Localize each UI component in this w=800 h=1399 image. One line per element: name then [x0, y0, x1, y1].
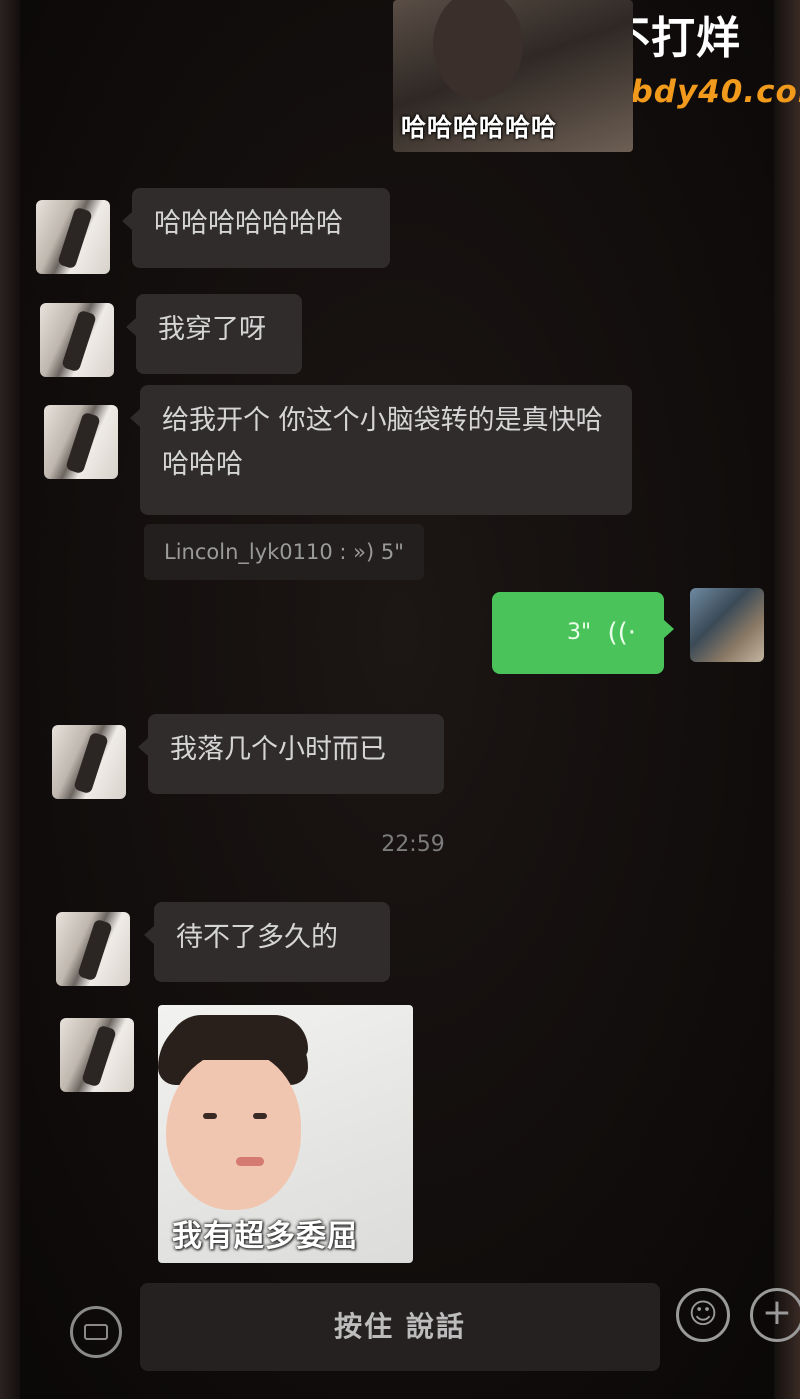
quote-text: Lincoln_lyk0110 : ») 5"	[164, 540, 404, 564]
contact-avatar[interactable]	[56, 912, 130, 986]
hold-to-talk-button[interactable]: 按住 說話	[140, 1283, 660, 1371]
quoted-voice-reply[interactable]: Lincoln_lyk0110 : ») 5"	[144, 524, 424, 580]
contact-avatar[interactable]	[36, 200, 110, 274]
sticker-message[interactable]: 我有超多委屈	[158, 1005, 413, 1263]
sticker-caption: 我有超多委屈	[172, 1219, 358, 1254]
contact-avatar[interactable]	[44, 405, 118, 479]
photo-subject	[433, 0, 523, 100]
message-text: 哈哈哈哈哈哈哈	[154, 208, 343, 239]
emoji-icon[interactable]: ☺	[676, 1288, 730, 1342]
contact-avatar[interactable]	[52, 725, 126, 799]
sticker-mouth	[236, 1157, 264, 1166]
message-text: 给我开个 你这个小脑袋转的是真快哈哈哈哈	[162, 405, 603, 480]
sticker-eye	[253, 1113, 267, 1119]
message-bubble[interactable]: 我落几个小时而已	[138, 714, 444, 794]
my-avatar[interactable]	[690, 588, 764, 662]
message-text: 我穿了呀	[158, 314, 266, 345]
message-bubble[interactable]: 哈哈哈哈哈哈哈	[122, 188, 390, 268]
message-bubble[interactable]: 给我开个 你这个小脑袋转的是真快哈哈哈哈	[130, 385, 632, 515]
message-bubble[interactable]: 待不了多久的	[144, 902, 390, 982]
message-bubble[interactable]: 我穿了呀	[126, 294, 302, 374]
sticker-bangs	[168, 1015, 308, 1060]
sticker-eye	[203, 1113, 217, 1119]
phone-frame-right	[774, 0, 800, 1399]
image-message-top[interactable]: 哈哈哈哈哈哈	[393, 0, 633, 152]
plus-icon[interactable]: +	[750, 1288, 800, 1342]
image-caption: 哈哈哈哈哈哈	[401, 113, 558, 142]
message-text: 我落几个小时而已	[170, 734, 386, 765]
timestamp: 22:59	[381, 832, 445, 857]
contact-avatar[interactable]	[40, 303, 114, 377]
voice-wave-icon: ((·	[607, 618, 636, 648]
phone-frame-left	[0, 0, 20, 1399]
voice-duration: 3"	[567, 620, 592, 645]
keyboard-icon[interactable]	[70, 1306, 122, 1358]
message-text: 待不了多久的	[176, 922, 338, 953]
sticker-face	[166, 1050, 301, 1210]
my-voice-message[interactable]: 3" ((·	[492, 592, 674, 674]
keyboard-glyph	[84, 1324, 108, 1340]
contact-avatar[interactable]	[60, 1018, 134, 1092]
